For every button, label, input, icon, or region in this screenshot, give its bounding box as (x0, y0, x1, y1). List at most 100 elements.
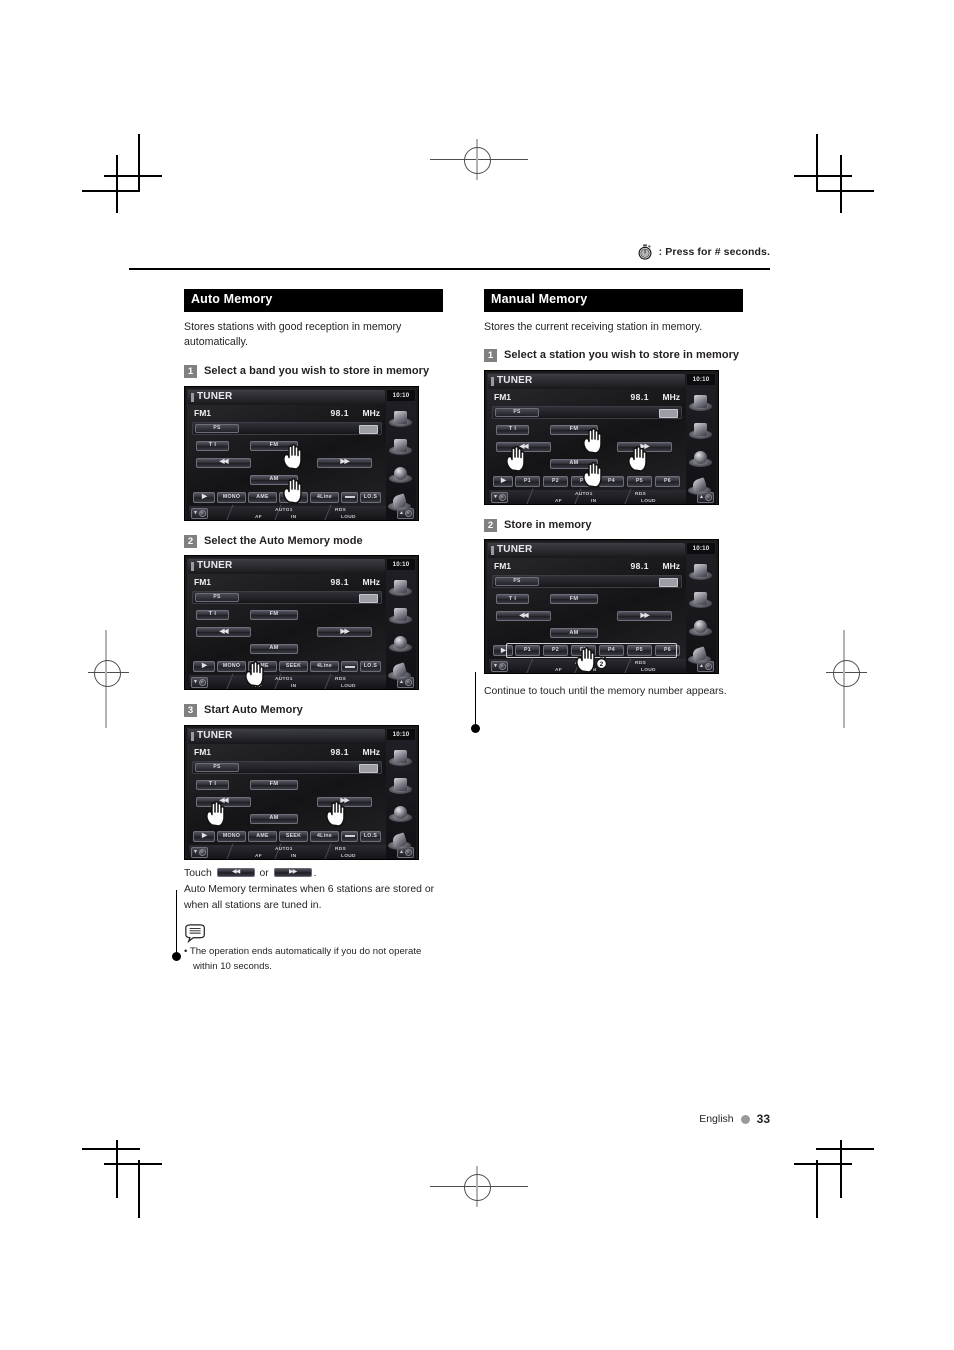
setup-menu-icon[interactable] (388, 600, 413, 626)
side-icon-strip: 10:10 ▲ (386, 388, 416, 520)
blank-button[interactable] (341, 830, 358, 842)
preset-5-button[interactable]: P5 (627, 475, 652, 487)
am-band-button[interactable]: AM (250, 813, 298, 824)
note-book-icon (184, 923, 208, 944)
local-seek-button[interactable]: LO.S (360, 661, 381, 673)
seek-down-button[interactable]: ◀◀ (496, 611, 551, 622)
volume-down-knob[interactable]: ▼ (191, 507, 208, 519)
volume-down-knob[interactable]: ▼ (491, 491, 508, 503)
source-menu-icon[interactable] (688, 556, 713, 582)
manual-memory-column: Manual Memory Stores the current receivi… (484, 289, 743, 700)
seek-up-button[interactable]: ▶▶ (317, 457, 372, 468)
down-triangle-icon: ▼ (493, 663, 498, 670)
line-display-button[interactable]: 4Line (310, 830, 339, 842)
audio-control-icon[interactable] (688, 612, 713, 638)
seek-mode-button[interactable]: SEEK (279, 830, 308, 842)
source-menu-icon[interactable] (688, 387, 713, 413)
fm-band-button[interactable]: FM (250, 779, 298, 790)
right-arrow-icon: ▶ (202, 831, 207, 839)
ti-button[interactable]: T I (496, 424, 529, 435)
step-number: 1 (484, 349, 497, 363)
mono-button[interactable]: MONO (217, 830, 246, 842)
status-rds: RDS (635, 491, 647, 497)
preset-2-button[interactable]: P2 (543, 475, 568, 487)
audio-control-icon[interactable] (388, 798, 413, 824)
seek-mode-button[interactable]: SEEK (279, 661, 308, 673)
seek-up-button[interactable]: ▶▶ (617, 611, 672, 622)
line-display-button[interactable]: 4Line (310, 661, 339, 673)
ps-button[interactable]: PS (495, 407, 539, 417)
ame-button[interactable]: AME (248, 830, 277, 842)
fm-band-button[interactable]: FM (250, 610, 298, 621)
playlist-arrow-button[interactable]: ▶ (493, 475, 513, 487)
hand-menu-icon[interactable] (687, 639, 713, 666)
step-title: Store in memory (504, 518, 592, 531)
status-auto1: AUTO1 (275, 507, 293, 513)
setup-menu-icon[interactable] (388, 770, 413, 796)
seek-down-button[interactable]: ◀◀ (196, 457, 251, 468)
local-seek-button[interactable]: LO.S (360, 830, 381, 842)
seek-up-button[interactable]: ▶▶ (317, 627, 372, 638)
hand-menu-icon[interactable] (387, 655, 413, 682)
am-band-button[interactable]: AM (550, 628, 598, 639)
setup-menu-icon[interactable] (688, 584, 713, 610)
blank-button[interactable] (341, 491, 358, 503)
status-loud: LOUD (341, 514, 356, 520)
ti-button[interactable]: T I (196, 440, 229, 451)
ps-button[interactable]: PS (195, 593, 239, 603)
hand-menu-icon[interactable] (387, 486, 413, 513)
source-label: TUNER (197, 560, 233, 572)
audio-control-icon[interactable] (688, 443, 713, 469)
band-info-row: FM1 98.1 MHz (192, 747, 382, 760)
preset-1-button[interactable]: P1 (515, 475, 540, 487)
source-menu-icon[interactable] (388, 572, 413, 598)
ps-button[interactable]: PS (495, 577, 539, 587)
ti-button[interactable]: T I (496, 594, 529, 605)
footer-language: English (699, 1113, 734, 1125)
audio-control-icon[interactable] (388, 628, 413, 654)
blank-button[interactable] (341, 661, 358, 673)
ti-button[interactable]: T I (196, 610, 229, 621)
volume-down-knob[interactable]: ▼ (191, 677, 208, 689)
ame-button[interactable]: AME (248, 491, 277, 503)
playlist-arrow-button[interactable]: ▶ (193, 491, 215, 503)
setup-menu-icon[interactable] (688, 415, 713, 441)
status-rds: RDS (635, 661, 647, 667)
ps-button[interactable]: PS (195, 762, 239, 772)
source-tick-icon (191, 562, 194, 572)
volume-down-knob[interactable]: ▼ (491, 661, 508, 673)
preset-6-button[interactable]: P6 (655, 475, 680, 487)
am-band-button[interactable]: AM (250, 644, 298, 655)
source-label: TUNER (497, 544, 533, 556)
touch-hand-pointer (580, 427, 606, 454)
playlist-arrow-button[interactable]: ▶ (193, 661, 215, 673)
footer-page-number: 33 (756, 1112, 770, 1126)
mono-button[interactable]: MONO (217, 491, 246, 503)
fm-band-button[interactable]: FM (550, 594, 598, 605)
ps-button[interactable]: PS (195, 423, 239, 433)
source-label: TUNER (197, 729, 233, 741)
status-rds: RDS (335, 846, 347, 852)
volume-down-knob[interactable]: ▼ (191, 846, 208, 858)
manual-memory-continue-text: Continue to touch until the memory numbe… (484, 686, 727, 698)
touch-hand-pointer (323, 800, 349, 827)
audio-control-icon[interactable] (388, 459, 413, 485)
hand-menu-icon[interactable] (387, 825, 413, 852)
playlist-arrow-button[interactable]: ▶ (193, 830, 215, 842)
hand-menu-icon[interactable] (687, 470, 713, 497)
clock-display: 10:10 (687, 543, 715, 555)
ti-button[interactable]: T I (196, 779, 229, 790)
auto-memory-lead: Stores stations with good reception in m… (184, 320, 402, 349)
line-display-button[interactable]: 4Line (310, 491, 339, 503)
setup-menu-icon[interactable] (388, 431, 413, 457)
frequency-unit: MHz (362, 746, 380, 757)
seek-down-button[interactable]: ◀◀ (196, 627, 251, 638)
function-button-row: ▶ MONO AME SEEK 4Line LO.S (193, 830, 381, 842)
source-menu-icon[interactable] (388, 742, 413, 768)
status-af: AF (255, 853, 262, 859)
touch-hand-pointer (280, 477, 306, 504)
status-in: IN (291, 514, 297, 520)
local-seek-button[interactable]: LO.S (360, 491, 381, 503)
source-menu-icon[interactable] (388, 403, 413, 429)
step-1-auto: 1 Select a band you wish to store in mem… (184, 364, 443, 379)
